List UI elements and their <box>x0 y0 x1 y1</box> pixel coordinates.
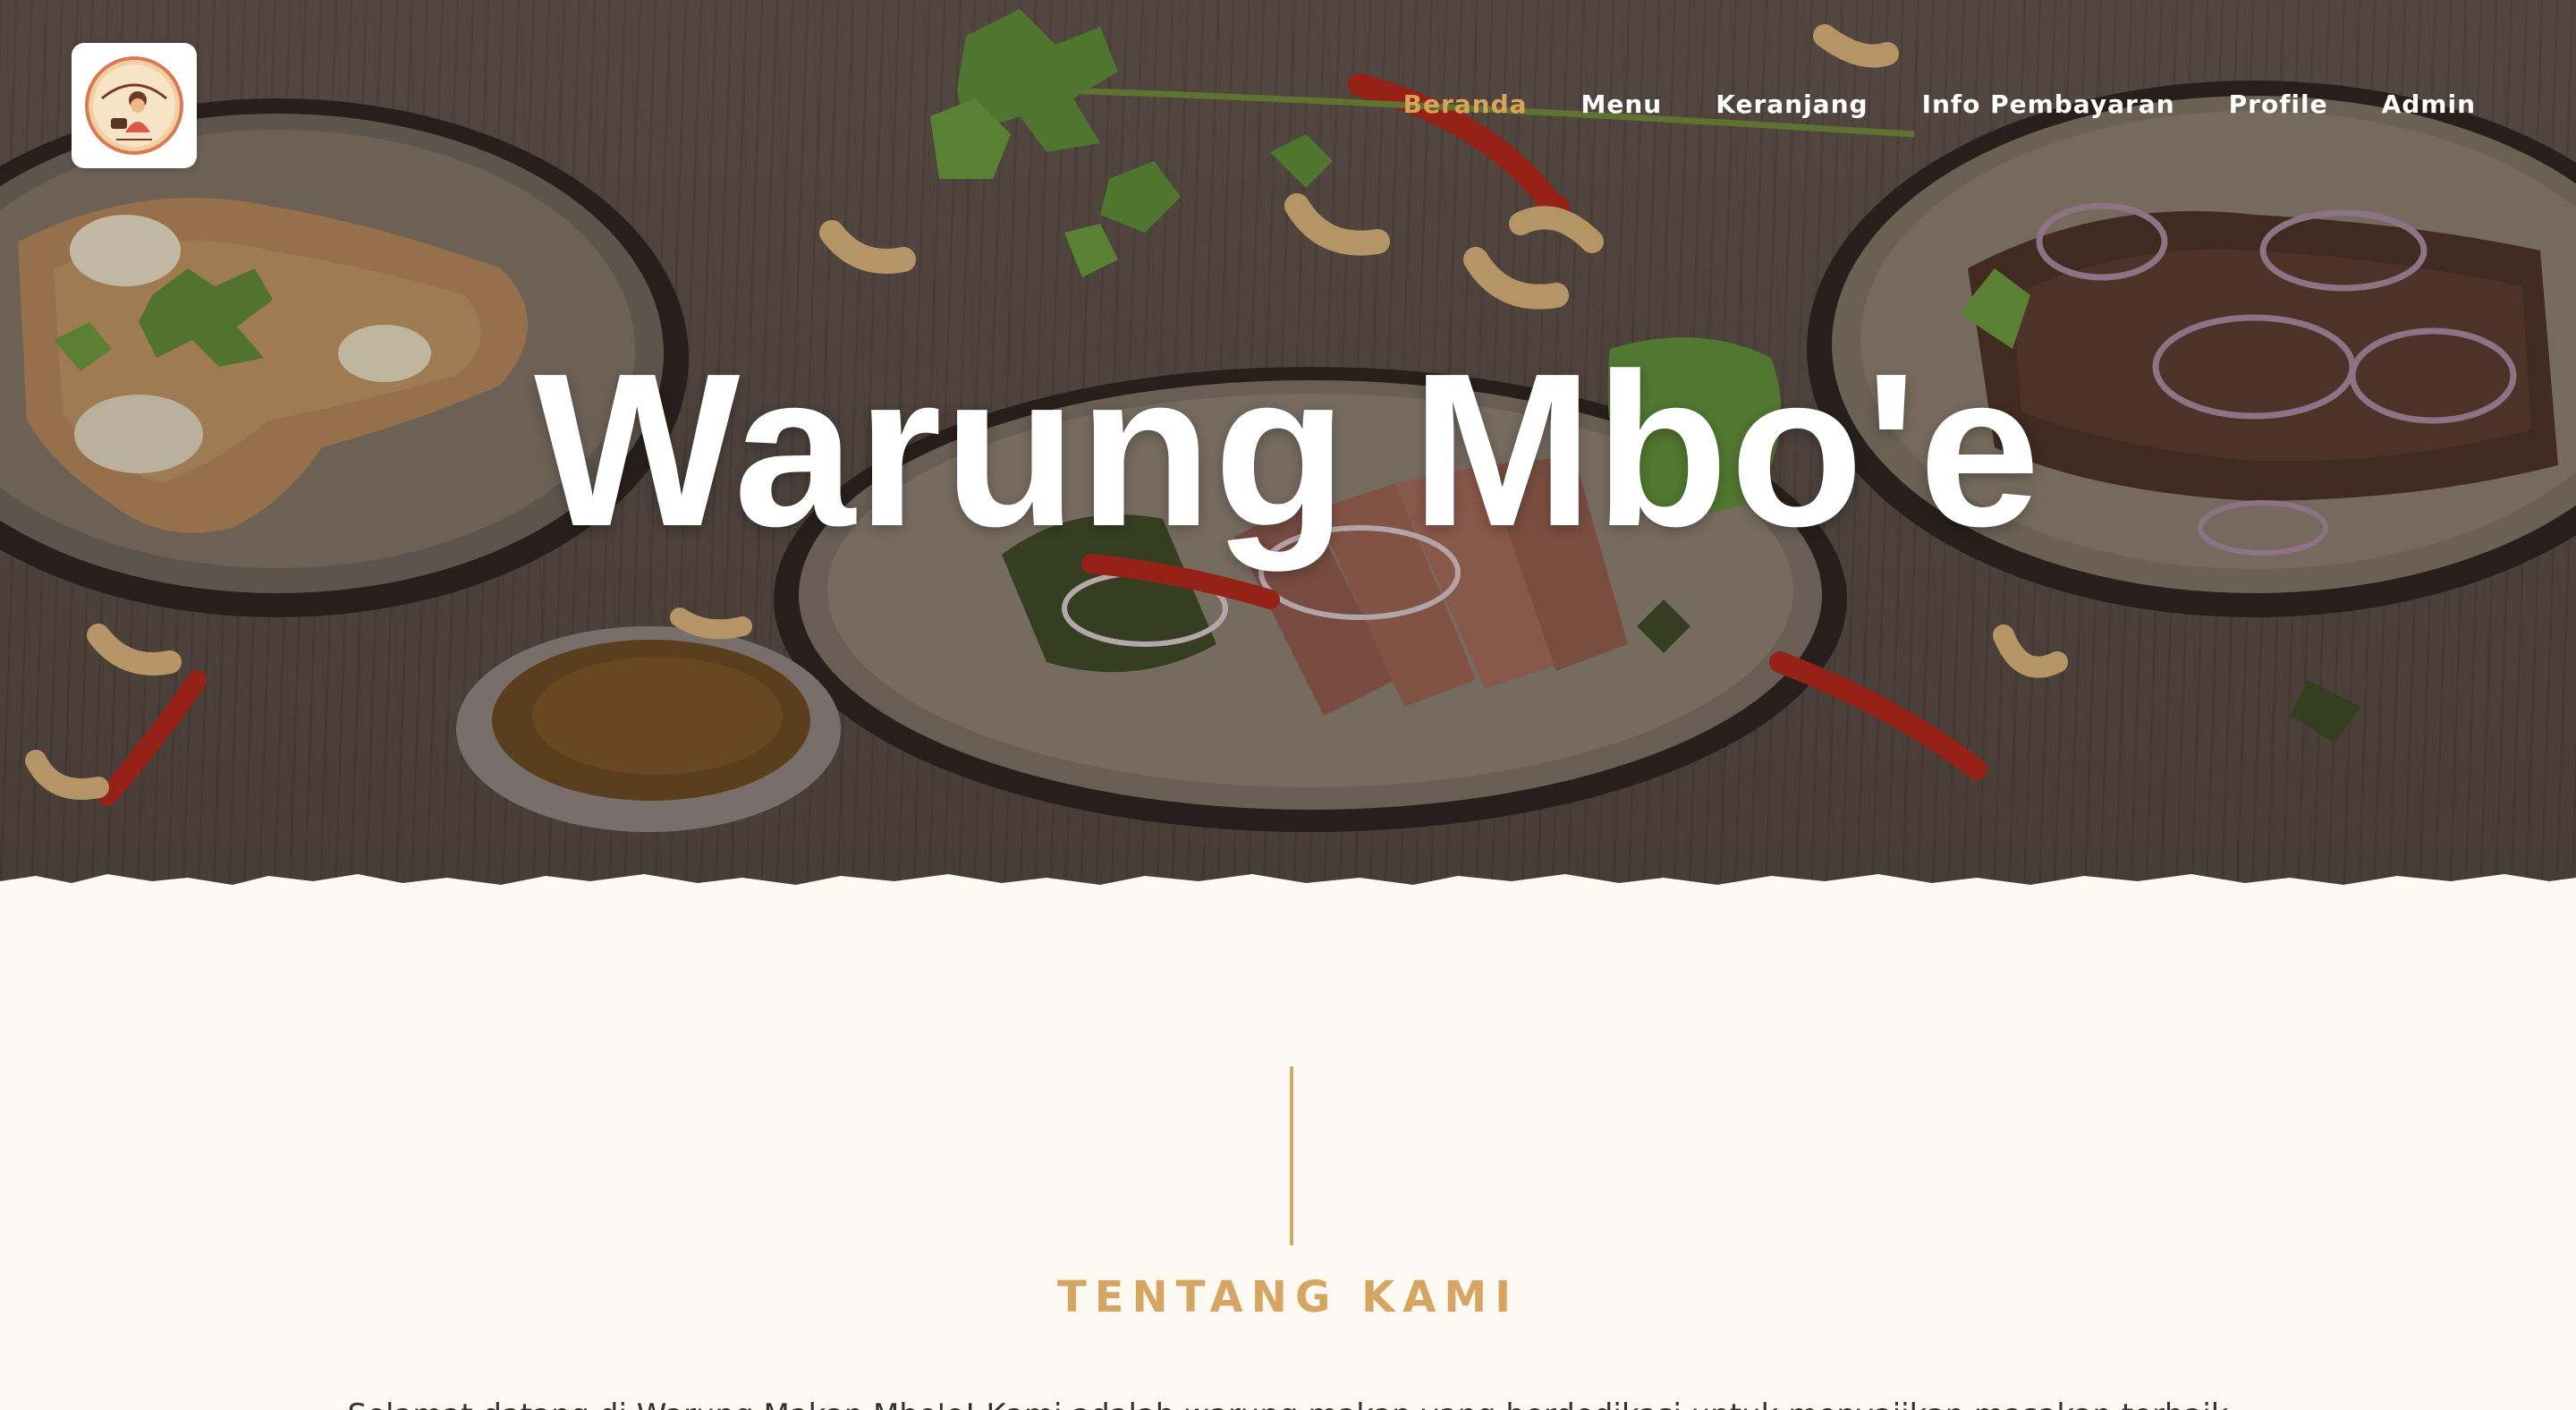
hero-section: Beranda Menu Keranjang Info Pembayaran P… <box>0 0 2576 895</box>
hero-title: Warung Mbo'e <box>534 327 2042 572</box>
about-heading: TENTANG KAMI <box>1056 1272 1520 1322</box>
about-text: Selamat datang di Warung Makan Mbo'e! Ka… <box>0 1396 2576 1410</box>
nav-link-keranjang[interactable]: Keranjang <box>1716 89 1868 119</box>
nav-link-admin[interactable]: Admin <box>2382 89 2476 119</box>
cook-woman-logo-icon <box>85 56 183 155</box>
torn-paper-edge <box>0 874 2576 895</box>
section-divider-line <box>1290 1066 1293 1245</box>
nav-link-info-pembayaran[interactable]: Info Pembayaran <box>1922 89 2175 119</box>
nav-link-menu[interactable]: Menu <box>1581 89 1663 119</box>
logo-link[interactable] <box>72 43 197 168</box>
nav-link-profile[interactable]: Profile <box>2229 89 2328 119</box>
main-navigation: Beranda Menu Keranjang Info Pembayaran P… <box>1403 86 2476 122</box>
nav-link-beranda[interactable]: Beranda <box>1403 89 1528 119</box>
